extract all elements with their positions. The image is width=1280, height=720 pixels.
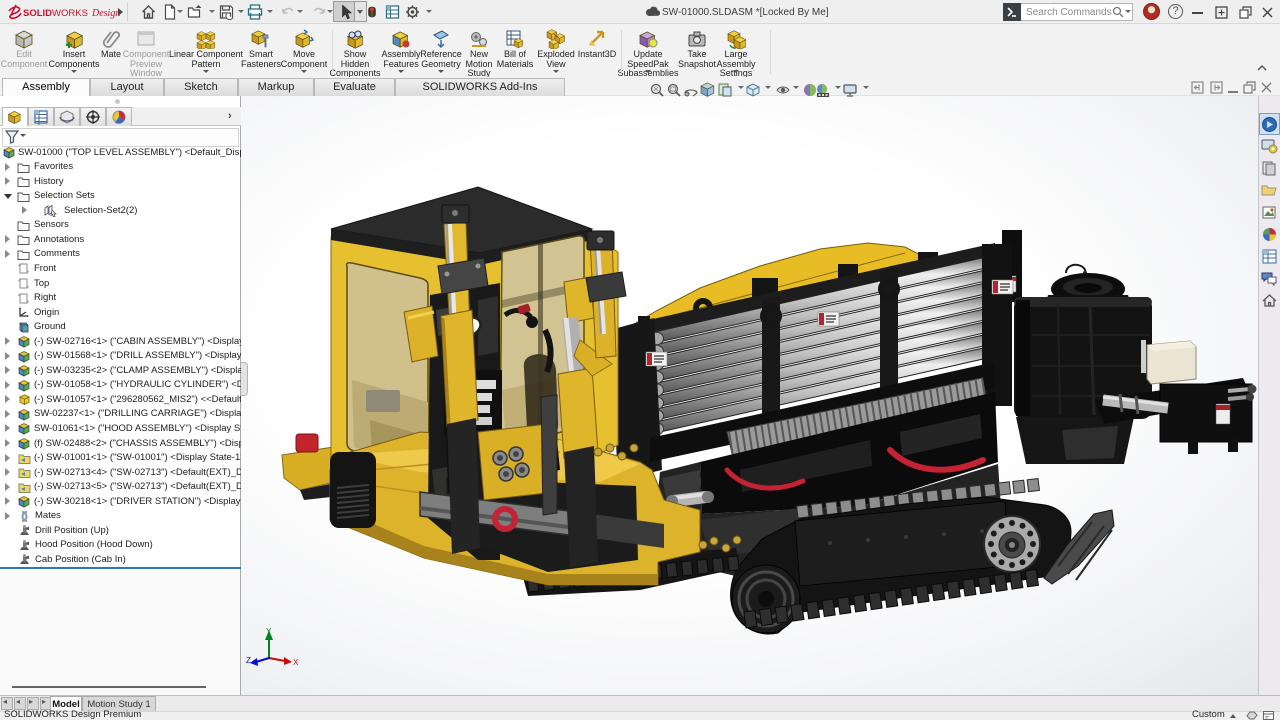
svg-text:SOLIDWORKS: SOLIDWORKS: [23, 8, 88, 19]
svg-text:Y: Y: [266, 627, 272, 636]
svg-text:X: X: [293, 658, 299, 667]
svg-text:Z: Z: [246, 656, 251, 665]
svg-text:Design: Design: [91, 8, 120, 19]
